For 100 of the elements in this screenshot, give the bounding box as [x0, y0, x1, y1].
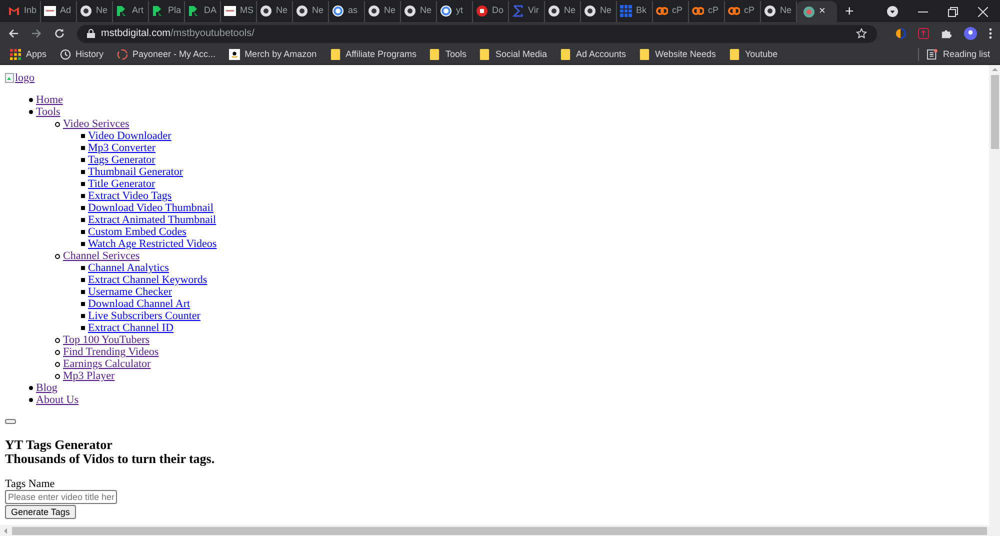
nav-link[interactable]: Thumbnail Generator — [88, 166, 183, 178]
extension-icon[interactable] — [895, 28, 906, 39]
bullet-icon — [81, 182, 85, 186]
nav-link[interactable]: Video Downloader — [88, 130, 172, 142]
avatar-icon[interactable] — [964, 27, 977, 40]
bullet-icon — [81, 266, 85, 270]
nav-link[interactable]: Download Video Thumbnail — [88, 202, 214, 214]
nav-link[interactable]: Download Channel Art — [88, 298, 190, 310]
bookmark[interactable]: Payoneer - My Acc... — [116, 48, 216, 62]
nav-link[interactable]: Find Trending Videos — [63, 346, 159, 358]
bookmark[interactable]: Merch by Amazon — [228, 48, 317, 62]
bullet-icon — [81, 314, 85, 318]
globe-icon — [548, 5, 560, 17]
scrollbar-thumb[interactable] — [12, 526, 987, 534]
nav-link[interactable]: Custom Embed Codes — [88, 226, 186, 238]
bookmark[interactable]: Ad Accounts — [560, 48, 626, 62]
nav-link[interactable]: Mp3 Converter — [88, 142, 156, 154]
new-tab-button[interactable]: + — [845, 1, 854, 22]
nav-link[interactable]: Live Subscribers Counter — [88, 310, 200, 322]
nav-link[interactable]: Mp3 Player — [63, 370, 115, 382]
folder-icon — [330, 49, 341, 60]
bookmark[interactable]: Apps — [10, 48, 47, 62]
nav-link[interactable]: Video Serivces — [63, 118, 130, 130]
folder-icon — [728, 49, 740, 60]
nav-link[interactable]: Username Checker — [88, 286, 172, 298]
bullet-icon — [55, 350, 60, 354]
document-icon — [44, 5, 56, 17]
nav-link[interactable]: Extract Animated Thumbnail — [88, 214, 216, 226]
bullet-icon — [55, 122, 60, 126]
nav-link[interactable]: Extract Channel ID — [88, 322, 174, 334]
globe-icon — [260, 5, 272, 17]
folder-icon — [560, 49, 572, 60]
browser-tab[interactable]: Bk — [617, 0, 653, 22]
bullet-icon — [81, 242, 85, 246]
chain-icon — [728, 5, 740, 17]
bullet-icon — [55, 362, 60, 366]
nav-link[interactable]: Tags Generator — [88, 154, 156, 166]
nav-link[interactable]: Earnings Calculator — [63, 358, 151, 370]
bullet-icon — [81, 158, 85, 162]
browser-tab[interactable]: × — [797, 1, 837, 22]
leaf-icon — [152, 5, 164, 17]
field-label: Tags Name — [5, 478, 56, 490]
extension-icon[interactable] — [918, 28, 929, 39]
apps-icon — [10, 49, 21, 60]
scrollbar-thumb[interactable] — [990, 75, 998, 149]
nav-link[interactable]: Tools — [36, 106, 60, 118]
bullet-icon — [81, 230, 85, 234]
ring-icon — [440, 5, 452, 17]
puzzle-icon[interactable] — [941, 28, 952, 39]
bookmark[interactable]: History — [60, 48, 104, 62]
back-icon[interactable] — [8, 28, 19, 39]
folder-icon — [639, 49, 650, 60]
nav-link[interactable]: Extract Video Tags — [88, 190, 172, 202]
bullet-icon — [81, 134, 85, 138]
nav-link[interactable]: Blog — [36, 382, 58, 394]
bullet-icon — [81, 278, 85, 282]
leaf-icon — [188, 5, 200, 17]
nav-link[interactable]: Home — [36, 94, 63, 106]
nav-link[interactable]: Watch Age Restricted Videos — [88, 238, 217, 250]
close-icon[interactable]: × — [819, 6, 826, 17]
menu-toggle-button[interactable] — [5, 419, 16, 424]
title-input[interactable]: Please enter video title her — [5, 490, 117, 504]
nav-link[interactable]: Top 100 YouTubers — [63, 334, 150, 346]
chain-icon — [656, 5, 668, 17]
logo-link[interactable]: logo — [15, 72, 35, 84]
star-icon[interactable] — [856, 28, 867, 39]
forward-icon[interactable] — [31, 28, 42, 39]
folder-icon — [429, 49, 440, 60]
bookmark[interactable]: Affiliate Programs — [330, 48, 416, 62]
menu-icon[interactable] — [989, 28, 992, 39]
mail-icon — [8, 5, 20, 17]
nav-link[interactable]: Channel Serivces — [63, 250, 140, 262]
nav-link[interactable]: Channel Analytics — [88, 262, 169, 274]
bullet-icon — [29, 98, 33, 102]
bullet-icon — [29, 398, 33, 402]
reading-list-button[interactable]: Reading list — [926, 48, 990, 62]
reading-list-icon — [926, 49, 938, 60]
globe-icon — [764, 5, 776, 17]
nav-link[interactable]: About Us — [36, 394, 78, 406]
bookmark[interactable]: Youtube — [728, 48, 778, 62]
bullet-icon — [81, 290, 85, 294]
profile-dropdown-icon[interactable] — [887, 6, 898, 17]
ring-icon — [332, 5, 344, 17]
close-icon[interactable] — [978, 6, 988, 16]
restore-icon[interactable] — [948, 6, 958, 16]
generate-button[interactable]: Generate Tags — [5, 505, 76, 519]
globe-icon — [80, 5, 92, 17]
page-subheading: Thousands of Vidos to turn their tags. — [5, 452, 216, 466]
address-bar[interactable]: mstbdigital.com/mstbyoutubetools/ — [77, 24, 877, 42]
nav-link[interactable]: Extract Channel Keywords — [88, 274, 208, 286]
nav-link[interactable]: Title Generator — [88, 178, 156, 190]
smile-icon — [228, 49, 240, 60]
lock-icon — [87, 29, 95, 38]
vertical-scrollbar[interactable] — [989, 65, 1000, 536]
bookmark[interactable]: Tools — [429, 48, 466, 62]
reload-icon[interactable] — [54, 28, 65, 39]
bookmark[interactable]: Social Media — [479, 48, 548, 62]
bookmark[interactable]: Website Needs — [639, 48, 716, 62]
globe-icon — [368, 5, 380, 17]
horizontal-scrollbar[interactable] — [0, 525, 989, 536]
